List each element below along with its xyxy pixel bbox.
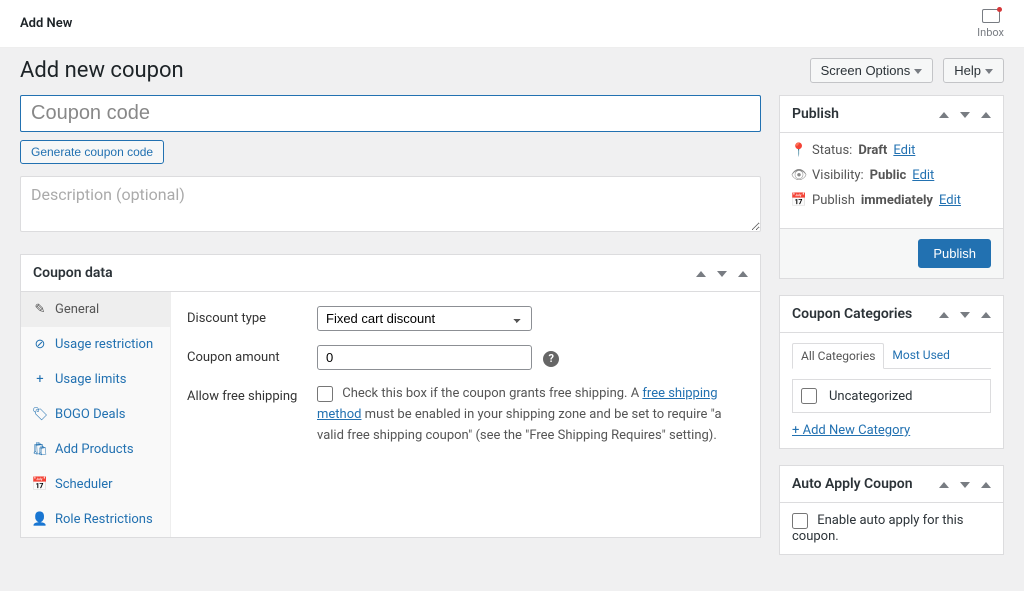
free-shipping-description: Check this box if the coupon grants free… [317, 386, 722, 443]
move-up-icon[interactable] [939, 312, 949, 318]
move-up-icon[interactable] [939, 112, 949, 118]
coupon-amount-label: Coupon amount [187, 345, 317, 365]
toggle-icon[interactable] [738, 271, 748, 277]
tab-role-restrictions[interactable]: 👤Role Restrictions [21, 502, 170, 537]
inbox-icon [982, 9, 1000, 23]
discount-type-select[interactable]: Fixed cart discount [317, 306, 532, 331]
toggle-icon[interactable] [981, 482, 991, 488]
tab-bogo-deals[interactable]: 🏷BOGO Deals [21, 397, 170, 432]
coupon-code-input[interactable] [20, 95, 761, 132]
categories-title: Coupon Categories [792, 306, 912, 322]
panel-title: Coupon data [33, 265, 113, 281]
description-input[interactable] [20, 176, 761, 232]
move-down-icon[interactable] [960, 312, 970, 318]
move-up-icon[interactable] [696, 271, 706, 277]
auto-apply-checkbox[interactable] [792, 513, 808, 529]
inbox-button[interactable]: Inbox [977, 9, 1004, 39]
tab-scheduler[interactable]: 📅Scheduler [21, 467, 170, 502]
tab-most-used[interactable]: Most Used [884, 343, 958, 368]
edit-visibility-link[interactable]: Edit [912, 168, 934, 183]
free-shipping-label: Allow free shipping [187, 384, 317, 404]
tab-usage-limits[interactable]: +Usage limits [21, 362, 170, 397]
bag-icon: 🛍 [33, 442, 47, 457]
publish-title: Publish [792, 106, 839, 122]
tab-all-categories[interactable]: All Categories [792, 343, 884, 369]
calendar-icon: 📅 [792, 193, 806, 208]
coupon-amount-input[interactable] [317, 345, 532, 370]
auto-apply-box: Auto Apply Coupon Enable auto apply for … [779, 465, 1004, 555]
chevron-down-icon [914, 69, 922, 74]
page-title: Add new coupon [20, 58, 184, 83]
wrench-icon: ✎ [33, 302, 47, 317]
generate-code-button[interactable]: Generate coupon code [20, 140, 164, 164]
toggle-icon[interactable] [981, 312, 991, 318]
inbox-label: Inbox [977, 26, 1004, 39]
uncategorized-checkbox[interactable] [801, 388, 817, 404]
eye-icon: 👁 [792, 168, 806, 183]
plus-icon: + [33, 372, 47, 387]
auto-apply-title: Auto Apply Coupon [792, 476, 913, 492]
free-shipping-checkbox[interactable] [317, 386, 333, 402]
user-icon: 👤 [33, 512, 47, 527]
auto-apply-label: Enable auto apply for this coupon. [792, 513, 964, 544]
move-down-icon[interactable] [960, 112, 970, 118]
move-down-icon[interactable] [717, 271, 727, 277]
tag-icon: 🏷 [33, 407, 47, 422]
categories-box: Coupon Categories All Categories Most Us… [779, 295, 1004, 449]
panel-controls [688, 266, 748, 281]
screen-options-button[interactable]: Screen Options [810, 58, 934, 83]
publish-box: Publish 📍 Status: Draft Edit 👁 Visibilit… [779, 95, 1004, 279]
add-new-category-link[interactable]: + Add New Category [792, 423, 910, 438]
coupon-data-panel: Coupon data ✎General ⊘Usage restriction … [20, 254, 761, 538]
breadcrumb-title: Add New [20, 16, 72, 31]
calendar-icon: 📅 [33, 477, 47, 492]
toggle-icon[interactable] [981, 112, 991, 118]
move-down-icon[interactable] [960, 482, 970, 488]
move-up-icon[interactable] [939, 482, 949, 488]
help-icon[interactable]: ? [543, 351, 559, 367]
publish-button[interactable]: Publish [918, 239, 991, 268]
tab-usage-restriction[interactable]: ⊘Usage restriction [21, 327, 170, 362]
help-button[interactable]: Help [943, 58, 1004, 83]
ban-icon: ⊘ [33, 337, 47, 352]
uncategorized-label: Uncategorized [829, 389, 912, 404]
discount-type-label: Discount type [187, 306, 317, 326]
chevron-down-icon [985, 69, 993, 74]
pin-icon: 📍 [792, 143, 806, 158]
tab-general[interactable]: ✎General [21, 292, 170, 327]
tab-add-products[interactable]: 🛍Add Products [21, 432, 170, 467]
edit-publish-date-link[interactable]: Edit [939, 193, 961, 208]
edit-status-link[interactable]: Edit [893, 143, 915, 158]
